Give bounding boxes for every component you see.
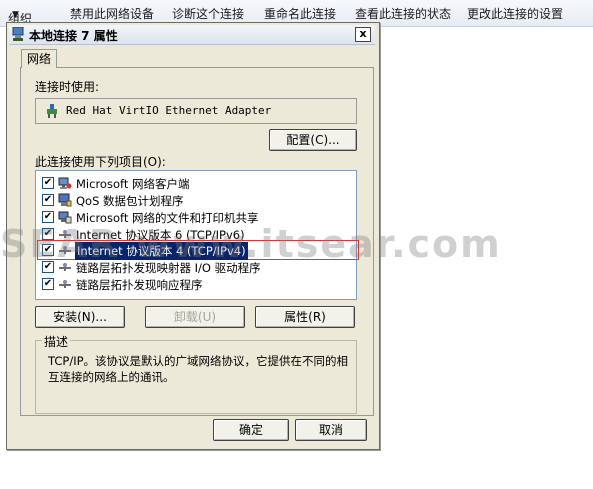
protocol-icon bbox=[59, 280, 71, 288]
checkbox[interactable]: ✔ bbox=[42, 261, 54, 273]
list-item-label: Internet 协议版本 4 (TCP/IPv4) bbox=[75, 242, 248, 260]
components-list[interactable]: ✔ Microsoft 网络客户端 ✔ QoS 数据包计划程序 ✔ Micros… bbox=[35, 170, 359, 300]
close-button[interactable]: x bbox=[355, 27, 371, 42]
diagnose-button[interactable]: 诊断这个连接 bbox=[172, 5, 244, 22]
network-card-icon bbox=[47, 104, 57, 118]
adapter-box: Red Hat VirtIO Ethernet Adapter bbox=[35, 98, 357, 124]
list-item[interactable]: ✔ 链路层拓扑发现映射器 I/O 驱动程序 bbox=[42, 259, 352, 275]
properties-button[interactable]: 属性(R) bbox=[255, 306, 355, 328]
checkbox[interactable]: ✔ bbox=[42, 177, 54, 189]
configure-button[interactable]: 配置(C)... bbox=[269, 129, 357, 151]
list-item-selected[interactable]: ✔ Internet 协议版本 4 (TCP/IPv4) bbox=[37, 240, 359, 260]
properties-dialog: 本地连接 7 属性 x 网络 连接时使用: Red Hat VirtIO Eth… bbox=[6, 22, 380, 450]
file-share-icon bbox=[58, 211, 72, 224]
network-tab-panel: 连接时使用: Red Hat VirtIO Ethernet Adapter 配… bbox=[20, 67, 374, 416]
dialog-titlebar[interactable]: 本地连接 7 属性 x bbox=[9, 25, 375, 45]
connect-using-label: 连接时使用: bbox=[35, 80, 100, 94]
list-item[interactable]: ✔ Microsoft 网络客户端 bbox=[42, 175, 352, 191]
description-group: 描述 TCP/IP。该协议是默认的广域网络协议，它提供在不同的相互连接的网络上的… bbox=[35, 333, 357, 414]
checkbox[interactable]: ✔ bbox=[42, 194, 54, 206]
list-item-label: Internet 协议版本 6 (TCP/IPv6) bbox=[76, 228, 245, 242]
adapter-name: Red Hat VirtIO Ethernet Adapter bbox=[66, 104, 272, 117]
checkbox[interactable]: ✔ bbox=[42, 278, 54, 290]
list-item-label: 链路层拓扑发现响应程序 bbox=[76, 278, 203, 292]
disable-device-button[interactable]: 禁用此网络设备 bbox=[70, 5, 154, 22]
network-adapter-icon bbox=[12, 27, 24, 41]
list-item-label: Microsoft 网络的文件和打印机共享 bbox=[76, 211, 259, 225]
list-item-label: QoS 数据包计划程序 bbox=[76, 194, 184, 208]
uninstall-button[interactable]: 卸载(U) bbox=[145, 306, 245, 328]
list-item[interactable]: ✔ 链路层拓扑发现响应程序 bbox=[42, 276, 352, 292]
items-label: 此连接使用下列项目(O): bbox=[35, 155, 166, 169]
view-status-button[interactable]: 查看此连接的状态 bbox=[355, 5, 451, 22]
description-legend: 描述 bbox=[42, 333, 71, 350]
dialog-title: 本地连接 7 属性 bbox=[29, 29, 118, 43]
protocol-icon bbox=[59, 263, 71, 271]
change-settings-button[interactable]: 更改此连接的设置 bbox=[467, 5, 563, 22]
list-item[interactable]: ✔ Microsoft 网络的文件和打印机共享 bbox=[42, 209, 352, 225]
chevron-down-icon: ▼ bbox=[12, 10, 19, 20]
checkbox[interactable]: ✔ bbox=[42, 211, 54, 223]
list-item-label: Microsoft 网络客户端 bbox=[76, 177, 190, 191]
list-item-label: 链路层拓扑发现映射器 I/O 驱动程序 bbox=[76, 261, 261, 275]
tab-network[interactable]: 网络 bbox=[21, 49, 57, 68]
cancel-button[interactable]: 取消 bbox=[295, 419, 367, 441]
list-item[interactable]: ✔ Internet 协议版本 6 (TCP/IPv6) bbox=[42, 226, 352, 242]
install-button[interactable]: 安装(N)... bbox=[35, 306, 125, 328]
qos-icon bbox=[58, 193, 72, 207]
protocol-icon bbox=[59, 230, 71, 238]
checkbox[interactable]: ✔ bbox=[42, 244, 54, 256]
rename-button[interactable]: 重命名此连接 bbox=[264, 5, 336, 22]
ok-button[interactable]: 确定 bbox=[213, 419, 289, 441]
list-item[interactable]: ✔ QoS 数据包计划程序 bbox=[42, 192, 352, 208]
network-client-icon bbox=[58, 177, 72, 189]
protocol-icon bbox=[59, 246, 71, 254]
description-text: TCP/IP。该协议是默认的广域网络协议，它提供在不同的相互连接的网络上的通讯。 bbox=[48, 354, 349, 384]
checkbox[interactable]: ✔ bbox=[42, 228, 54, 240]
